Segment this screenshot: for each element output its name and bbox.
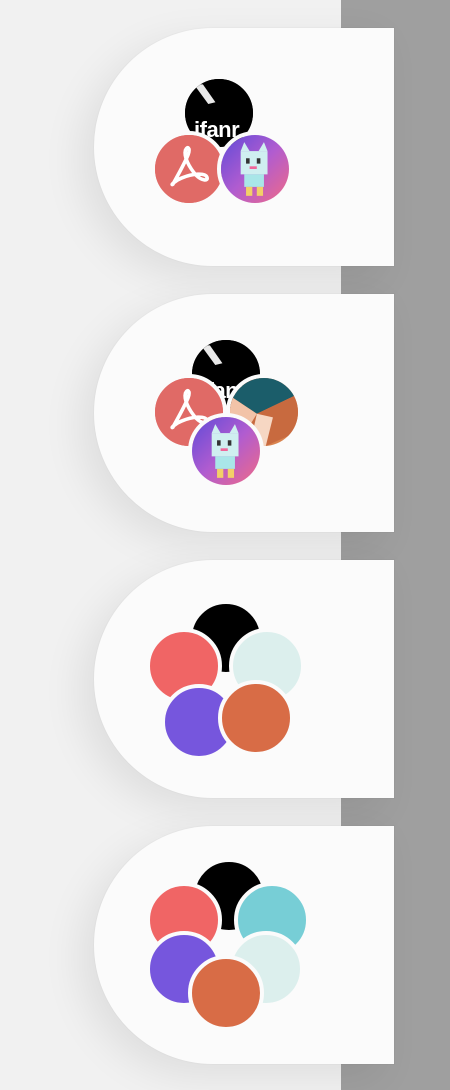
app-cluster: ifanr [94, 28, 394, 266]
app-cluster: ifanr [94, 294, 394, 532]
robot-game-icon[interactable] [188, 413, 264, 489]
app-folder-4[interactable] [94, 826, 394, 1064]
app-cluster [94, 826, 394, 1064]
app-folder-3[interactable] [94, 560, 394, 798]
app-folder-1[interactable]: ifanr [94, 28, 394, 266]
app-folder-2[interactable]: ifanr [94, 294, 394, 532]
orange-circle-icon[interactable] [218, 680, 294, 756]
app-cluster [94, 560, 394, 798]
orange-circle-icon[interactable] [188, 955, 264, 1031]
robot-game-icon[interactable] [217, 131, 293, 207]
acrobat-icon[interactable] [151, 131, 227, 207]
